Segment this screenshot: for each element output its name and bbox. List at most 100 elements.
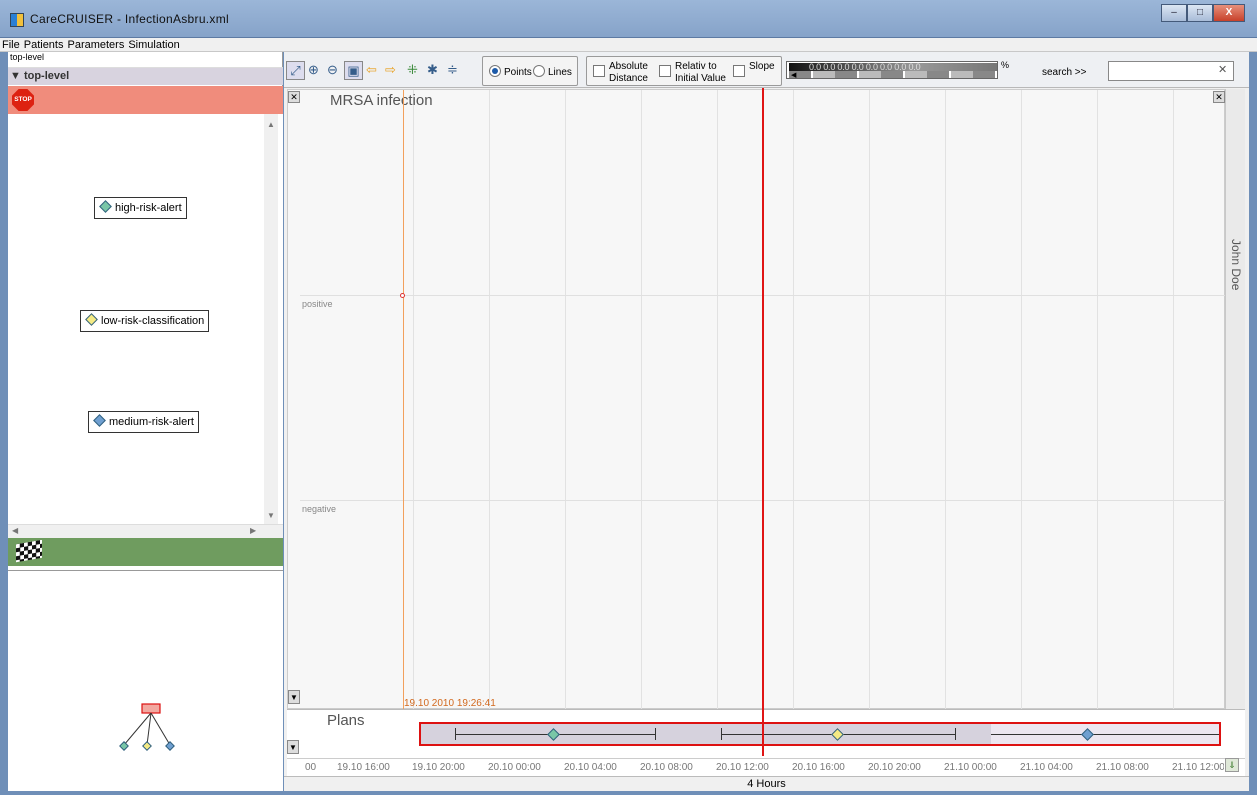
menu-parameters[interactable]: Parameters — [65, 38, 126, 52]
horizontal-scrollbar[interactable]: ◀ ▶ — [8, 524, 283, 538]
plan-node-high-risk-alert[interactable]: high-risk-alert — [94, 197, 187, 219]
time-tick: 20.10 20:00 — [868, 762, 921, 773]
overview-tree — [119, 703, 175, 751]
relative-initial-label: Relativ to Initial Value — [675, 61, 726, 84]
diamond-icon — [99, 200, 112, 213]
main-area: ⤢ ⊕ ⊖ ▣ ⇦ ⇨ ⁜ ✱ ≑ Points Lines Absolute D… — [284, 52, 1249, 791]
forward-icon[interactable]: ⇨ — [382, 61, 399, 78]
plan-tree-panel: top-level ▼ top-level STOP high-risk-ale… — [8, 52, 283, 791]
search-label[interactable]: search >> — [1042, 67, 1086, 78]
maximize-button[interactable]: □ — [1187, 4, 1213, 22]
time-tick: 21.10 00:00 — [944, 762, 997, 773]
menu-patients[interactable]: Patients — [22, 38, 66, 52]
vertical-scrollbar[interactable]: ▲ ▼ — [264, 114, 278, 524]
plan-node-label: high-risk-alert — [115, 202, 182, 214]
collapse-icon[interactable]: ▼ — [288, 690, 300, 704]
slope-unit: % — [1001, 60, 1010, 70]
back-icon[interactable]: ⇦ — [363, 61, 380, 78]
menu-simulation[interactable]: Simulation — [126, 38, 181, 52]
time-tick: 20.10 00:00 — [488, 762, 541, 773]
chart-title: MRSA infection — [330, 92, 433, 109]
collapse-icon[interactable]: ▼ — [287, 740, 299, 754]
toolbar: ⤢ ⊕ ⊖ ▣ ⇦ ⇨ ⁜ ✱ ≑ Points Lines Absolute D… — [284, 52, 1249, 88]
time-tick: 00 — [305, 762, 317, 773]
cursor-timestamp: 19.10 2010 19:26:41 — [404, 698, 496, 709]
absolute-distance-label: Absolute Distance — [609, 61, 648, 84]
zoom-out-icon[interactable]: ⊖ — [324, 61, 341, 78]
overview-node — [142, 741, 152, 751]
plans-label: Plans — [327, 712, 365, 729]
slope-slider[interactable]: 0.0 0.0 0.0 0.0 0.0 0.0 0.0 0.0 ◀ — [786, 61, 998, 79]
plan-node-label: medium-risk-alert — [109, 416, 194, 428]
title-bar: CareCRUISER - InfectionAsbru.xml – □ X — [0, 0, 1257, 38]
close-icon[interactable]: ✕ — [1213, 91, 1225, 103]
minimize-button[interactable]: – — [1161, 4, 1187, 22]
stop-icon: STOP — [12, 89, 34, 111]
menu-bar: File Patients Parameters Simulation — [0, 38, 1257, 52]
menu-file[interactable]: File — [0, 38, 22, 52]
diamond-icon — [85, 313, 98, 326]
fit-icon[interactable]: ▣ — [344, 61, 363, 80]
overview-node — [119, 741, 129, 751]
current-time-line[interactable] — [762, 88, 764, 756]
overview-node — [165, 741, 175, 751]
time-tick: 20.10 08:00 — [640, 762, 693, 773]
data-point[interactable] — [400, 293, 405, 298]
tree-header[interactable]: ▼ top-level — [8, 68, 283, 85]
display-mode-group: Points Lines — [482, 56, 578, 86]
tools-icon[interactable]: ✱ — [424, 61, 441, 78]
slope-checkbox[interactable] — [733, 65, 745, 78]
filter-icon[interactable]: ≑ — [444, 61, 461, 78]
time-tick: 21.10 04:00 — [1020, 762, 1073, 773]
time-tick: 21.10 08:00 — [1096, 762, 1149, 773]
cursor-line[interactable] — [403, 90, 404, 710]
breadcrumb[interactable]: top-level — [8, 52, 283, 68]
close-icon[interactable]: ✕ — [288, 91, 300, 103]
time-tick: 21.10 12:00 — [1172, 762, 1224, 773]
finish-bar — [8, 538, 283, 566]
time-tick: 20.10 16:00 — [792, 762, 845, 773]
scroll-right-icon[interactable]: ▶ — [250, 526, 256, 535]
finish-flag-icon — [16, 539, 42, 563]
time-axis[interactable]: 00 19.10 16:00 19.10 20:00 20.10 00:00 2… — [287, 758, 1245, 776]
time-tick: 19.10 20:00 — [412, 762, 465, 773]
stop-bar: STOP — [8, 86, 283, 114]
plan-node-low-risk-classification[interactable]: low-risk-classification — [80, 310, 210, 332]
app-icon — [10, 13, 24, 27]
add-icon[interactable]: ⁜ — [404, 61, 421, 78]
zoom-in-icon[interactable]: ⊕ — [305, 61, 322, 78]
close-button[interactable]: X — [1213, 4, 1245, 22]
time-tick: 20.10 12:00 — [716, 762, 769, 773]
scroll-up-icon[interactable]: ▲ — [267, 120, 275, 129]
points-radio[interactable]: Points — [489, 65, 532, 78]
diamond-icon — [93, 414, 106, 427]
plan-node-medium-risk-alert[interactable]: medium-risk-alert — [88, 411, 199, 433]
scroll-down-icon[interactable]: ▼ — [267, 511, 275, 520]
plan-overview[interactable] — [8, 570, 283, 791]
slider-left-icon[interactable]: ◀ — [791, 71, 796, 79]
scroll-left-icon[interactable]: ◀ — [12, 526, 18, 535]
scroll-end-icon[interactable]: ⇓ — [1225, 758, 1239, 772]
plan-canvas: high-risk-alert low-risk-classification … — [8, 114, 283, 570]
patient-name: John Doe — [1229, 239, 1243, 291]
time-tick: 20.10 04:00 — [564, 762, 617, 773]
pan-icon[interactable]: ⤢ — [286, 61, 305, 80]
level-negative: negative — [302, 504, 337, 514]
plans-timeline[interactable] — [419, 722, 1221, 746]
plans-row: Plans ▼ — [287, 709, 1245, 759]
overview-root-node — [141, 703, 161, 714]
clear-search-icon[interactable]: ✕ — [1218, 63, 1227, 76]
search-input[interactable] — [1108, 61, 1234, 81]
mrsa-chart[interactable]: positive negative ✕ ✕ MRSA infection 19.… — [287, 89, 1226, 710]
plan-node-label: low-risk-classification — [101, 315, 205, 327]
patient-strip: John Doe — [1225, 89, 1245, 709]
level-positive: positive — [302, 299, 333, 309]
window-controls: – □ X — [1161, 4, 1245, 22]
relative-initial-checkbox[interactable] — [659, 65, 671, 78]
window-title: CareCRUISER - InfectionAsbru.xml — [30, 12, 229, 26]
time-tick: 19.10 16:00 — [337, 762, 390, 773]
absolute-distance-checkbox[interactable] — [593, 65, 605, 78]
options-group: Absolute Distance Relativ to Initial Value… — [586, 56, 782, 86]
lines-radio[interactable]: Lines — [533, 65, 572, 78]
zoom-level: 4 Hours — [284, 776, 1249, 791]
